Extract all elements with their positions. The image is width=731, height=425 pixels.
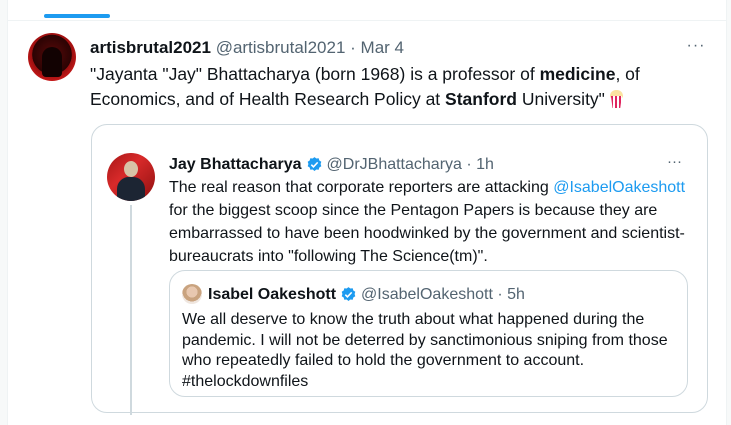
separator-dot: · [466,156,472,173]
verified-badge-icon [341,287,356,301]
nested-quote-text: We all deserve to know the truth about w… [182,311,668,390]
tweet-date[interactable]: Mar 4 [361,38,404,57]
popcorn-icon [609,90,623,108]
tweet-text: "Jayanta "Jay" Bhattacharya (born 1968) … [90,62,690,112]
divider [8,20,726,21]
separator-dot: · [497,286,503,303]
mention-link[interactable]: @IsabelOakeshott [553,179,685,196]
verified-badge-icon [307,157,321,171]
author-name[interactable]: Isabel Oakeshott [208,285,336,304]
quoted-tweet-header: Jay Bhattacharya @DrJBhattacharya · 1h [169,155,494,174]
tweet-time[interactable]: 5h [507,285,525,304]
nested-quote-card[interactable]: Isabel Oakeshott @IsabelOakeshott · 5h W… [169,270,688,397]
author-handle[interactable]: @artisbrutal2021 [216,38,346,57]
text-segment: University" [517,89,605,109]
more-options-icon[interactable]: ··· [684,34,708,58]
separator-dot: · [350,38,356,57]
thread-line [130,205,132,415]
avatar[interactable] [107,153,155,201]
author-name[interactable]: artisbrutal2021 [90,38,211,57]
avatar[interactable] [28,33,76,81]
tweet-header: artisbrutal2021 @artisbrutal2021 · Mar 4 [90,38,404,58]
tweet-time[interactable]: 1h [476,155,494,174]
author-handle[interactable]: @IsabelOakeshott [361,285,493,304]
quoted-tweet-text: The real reason that corporate reporters… [169,176,689,268]
timeline-column: artisbrutal2021 @artisbrutal2021 · Mar 4… [7,0,727,425]
text-segment: for the biggest scoop since the Pentagon… [169,202,685,265]
author-name[interactable]: Jay Bhattacharya [169,155,302,174]
bold-segment: Stanford [445,89,517,109]
text-segment: The real reason that corporate reporters… [169,179,554,196]
bold-segment: medicine [539,64,616,84]
text-segment: "Jayanta "Jay" Bhattacharya (born 1968) … [90,64,540,84]
more-options-icon[interactable]: ··· [667,153,682,170]
quoted-tweet-card[interactable]: Jay Bhattacharya @DrJBhattacharya · 1h ·… [91,124,708,415]
nested-quote-header: Isabel Oakeshott @IsabelOakeshott · 5h [208,285,525,304]
author-handle[interactable]: @DrJBhattacharya [327,155,462,174]
active-tab-indicator [44,14,110,18]
avatar[interactable] [182,284,202,304]
